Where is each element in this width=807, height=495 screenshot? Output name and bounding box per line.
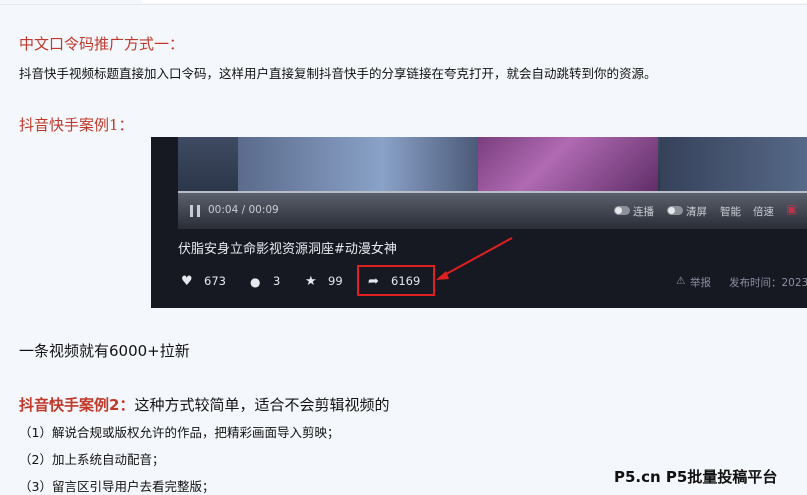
watermark-text: P5.cn P5批量投稿平台 (614, 468, 778, 486)
case2-step-1: （1）解说合规或版权允许的作品，把精彩画面导入剪映； (19, 425, 340, 440)
result-text: 一条视频就有6000+拉新 (19, 342, 190, 360)
case2-label: 抖音快手案例2： (19, 396, 135, 414)
case2-step-3: （3）留言区引导用户去看完整版； (19, 479, 215, 494)
annotation-arrow (436, 237, 513, 280)
case2-description: 这种方式较简单，适合不会剪辑视频的 (134, 396, 390, 414)
case2-line: 抖音快手案例2：这种方式较简单，适合不会剪辑视频的 (19, 394, 389, 415)
case2-step-2: （2）加上系统自动配音； (19, 452, 165, 467)
